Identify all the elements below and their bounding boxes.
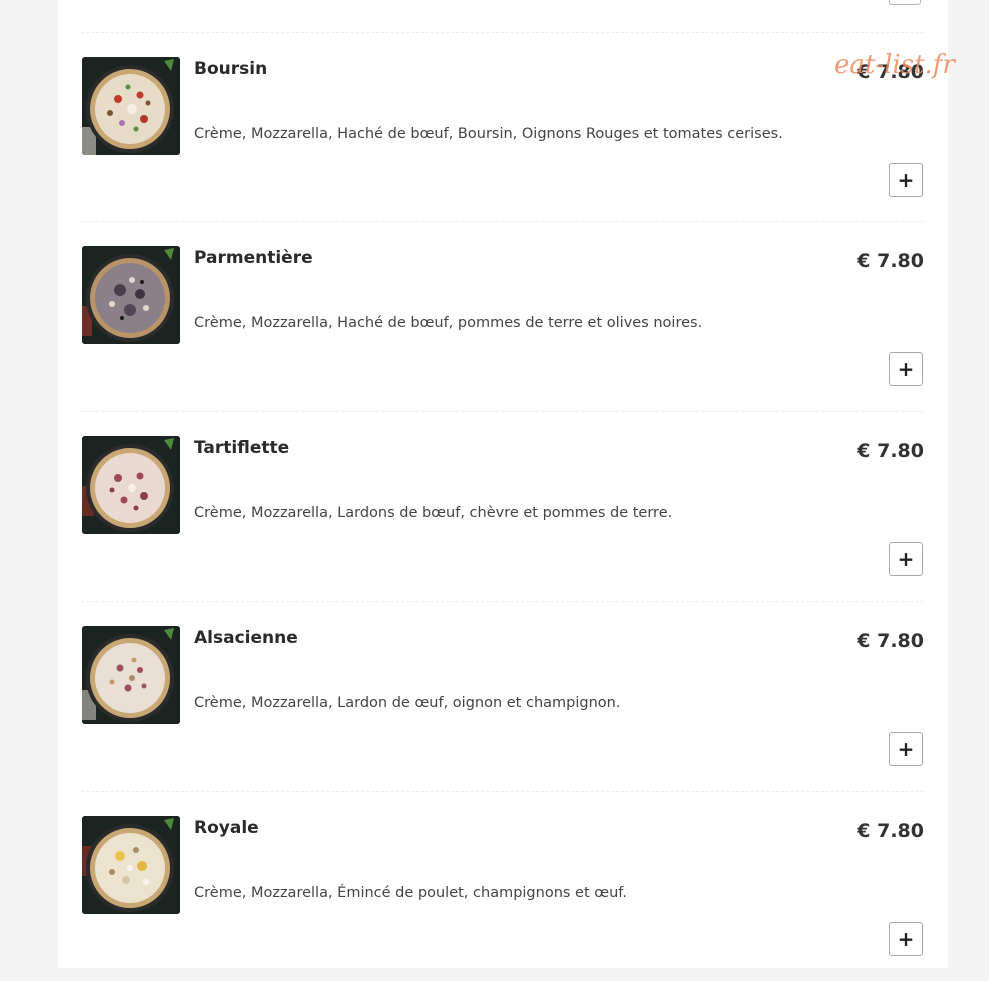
item-description: Crème, Mozzarella, Lardons de bœuf, chèv… (194, 505, 673, 521)
pizza-image (82, 57, 180, 155)
menu-item-alsacienne: Alsacienne € 7.80 Crème, Mozzarella, Lar… (0, 601, 989, 791)
item-description: Crème, Mozzarella, Émincé de poulet, cha… (194, 885, 627, 901)
pizza-image (82, 626, 180, 724)
item-price: € 7.80 (857, 820, 924, 842)
item-name: Alsacienne (194, 628, 298, 648)
menu-item-parmentiere: Parmentière € 7.80 Crème, Mozzarella, Ha… (0, 221, 989, 411)
add-to-cart-button[interactable]: + (889, 542, 923, 576)
add-to-cart-button[interactable]: + (889, 352, 923, 386)
item-name: Tartiflette (194, 438, 290, 458)
item-price: € 7.80 (857, 630, 924, 652)
item-description: Crème, Mozzarella, Haché de bœuf, Boursi… (194, 126, 783, 142)
item-name: Royale (194, 818, 259, 838)
add-to-cart-button[interactable]: + (889, 922, 923, 956)
item-description: Crème, Mozzarella, Lardon de œuf, oignon… (194, 695, 621, 711)
menu-item-boursin: Boursin € 7.80 Crème, Mozzarella, Haché … (0, 32, 989, 222)
item-price: € 7.80 (857, 250, 924, 272)
pizza-image (82, 436, 180, 534)
item-name: Parmentière (194, 248, 313, 268)
item-name: Boursin (194, 59, 268, 79)
menu-item-tartiflette: Tartiflette € 7.80 Crème, Mozzarella, La… (0, 411, 989, 601)
item-description: Crème, Mozzarella, Haché de bœuf, pommes… (194, 315, 703, 331)
pizza-image (82, 246, 180, 344)
item-price: € 7.80 (857, 61, 924, 83)
menu-item-royale: Royale € 7.80 Crème, Mozzarella, Émincé … (0, 791, 989, 981)
pizza-image (82, 816, 180, 914)
previous-item-add-button[interactable] (889, 0, 921, 5)
item-price: € 7.80 (857, 440, 924, 462)
add-to-cart-button[interactable]: + (889, 732, 923, 766)
add-to-cart-button[interactable]: + (889, 163, 923, 197)
